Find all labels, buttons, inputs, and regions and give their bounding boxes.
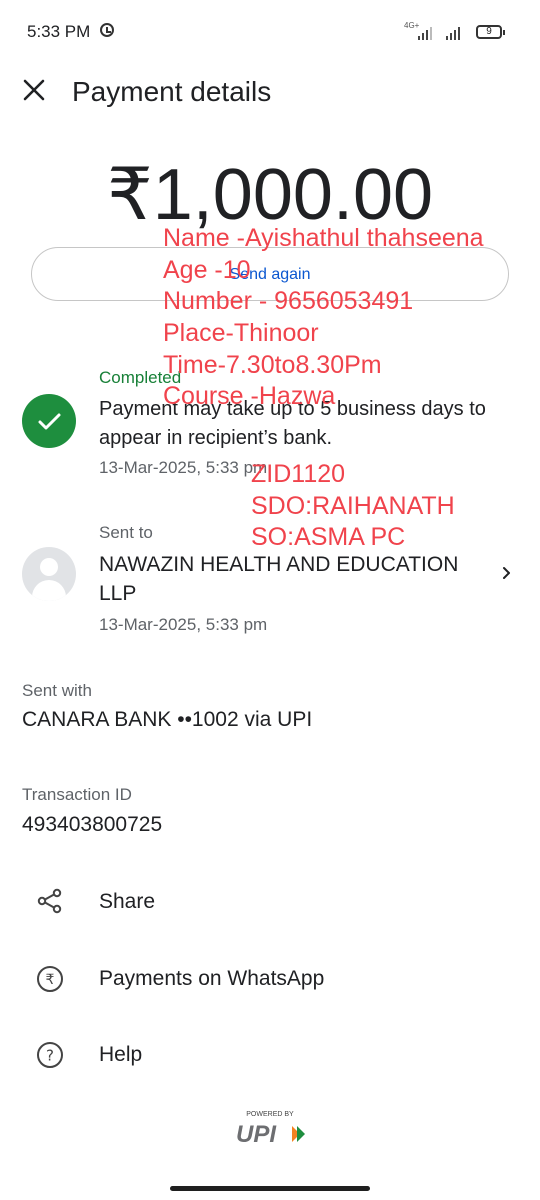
overlay-zid: ZID1120 <box>251 460 346 488</box>
sent-to-label: Sent to <box>99 523 153 542</box>
close-icon <box>23 79 45 101</box>
check-circle-icon <box>22 394 76 448</box>
upi-logo-text: UPI <box>236 1121 277 1148</box>
rupee-circle-icon: ₹ <box>35 964 65 994</box>
page-title: Payment details <box>72 76 272 107</box>
recipient-name: NAWAZIN HEALTH AND EDUCATION LLP <box>99 553 459 605</box>
upi-logo: UPI <box>234 1118 308 1150</box>
signal-icon <box>418 26 432 40</box>
overlay-age: Age -10 <box>163 256 251 284</box>
sent-with-label: Sent with <box>22 681 92 700</box>
share-icon <box>35 886 65 916</box>
signal-icon-2 <box>446 26 460 40</box>
payments-on-whatsapp-button[interactable]: Payments on WhatsApp <box>99 967 324 991</box>
overlay-place: Place-Thinoor <box>163 319 319 347</box>
recipient-row[interactable]: NAWAZIN HEALTH AND EDUCATION LLP 13-Mar-… <box>99 550 494 639</box>
status-time: 5:33 PM <box>27 22 91 41</box>
overlay-number: Number - 9656053491 <box>163 287 414 315</box>
overlay-so: SO:ASMA PC <box>251 523 406 551</box>
overlay-sdo: SDO:RAIHANATH <box>251 492 455 520</box>
send-again-label: Send again <box>229 266 311 283</box>
share-button[interactable]: Share <box>99 890 155 914</box>
overlay-course: Course -Hazwa <box>163 382 336 410</box>
svg-text:?: ? <box>46 1047 54 1065</box>
svg-text:₹: ₹ <box>46 972 55 988</box>
powered-by-label: POWERED BY <box>246 1111 294 1118</box>
close-button[interactable] <box>18 74 50 106</box>
overlay-time: Time-7.30to8.30Pm <box>163 351 382 379</box>
gesture-nav-bar[interactable] <box>170 1186 370 1191</box>
recipient-timestamp: 13-Mar-2025, 5:33 pm <box>99 615 268 634</box>
sent-with-value: CANARA BANK ••1002 via UPI <box>22 708 313 731</box>
battery-icon: 9 <box>476 25 505 39</box>
transaction-id-value[interactable]: 493403800725 <box>22 813 162 837</box>
transaction-id-label: Transaction ID <box>22 785 132 804</box>
chevron-right-icon[interactable] <box>497 563 517 583</box>
help-button[interactable]: Help <box>99 1043 142 1067</box>
help-icon: ? <box>35 1040 65 1070</box>
avatar <box>22 547 76 601</box>
alarm-icon <box>100 23 114 37</box>
overlay-name: Name -Ayishathul thahseena <box>163 224 484 252</box>
